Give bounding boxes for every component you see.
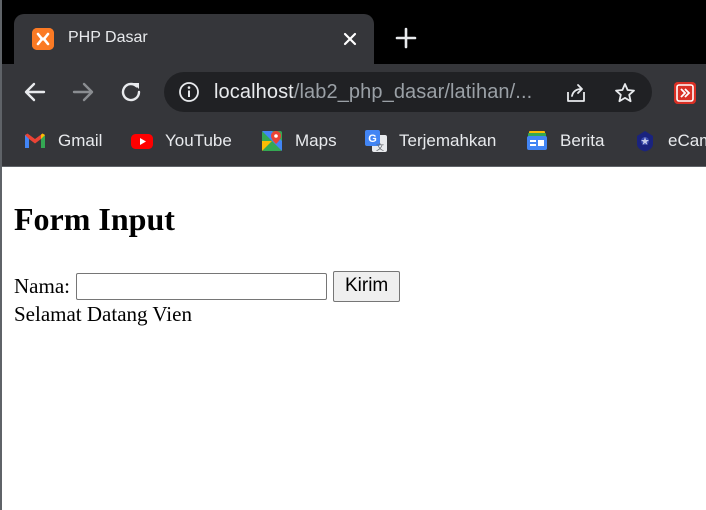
address-bar[interactable]: localhost/lab2_php_dasar/latihan/... — [164, 72, 652, 112]
bookmark-label: YouTube — [165, 131, 232, 150]
url-path: /lab2_php_dasar/latihan/... — [293, 81, 533, 103]
svg-text:文: 文 — [376, 142, 384, 152]
bookmarks-bar: Gmail YouTube Maps G 文 Terjemahkan Berit… — [0, 120, 706, 167]
submit-button[interactable]: Kirim — [332, 270, 401, 302]
url-text: localhost/lab2_php_dasar/latihan/... — [214, 81, 532, 104]
university-icon — [633, 129, 657, 153]
bookmark-maps[interactable]: Maps — [260, 129, 337, 153]
back-arrow-icon[interactable] — [21, 78, 49, 106]
name-form: Nama: Kirim — [14, 270, 401, 302]
site-info-icon[interactable] — [178, 81, 200, 103]
close-tab-icon[interactable] — [339, 28, 361, 50]
page-heading: Form Input — [14, 201, 175, 237]
bookmark-terjemahkan[interactable]: G 文 Terjemahkan — [364, 129, 496, 153]
xampp-favicon-icon — [32, 28, 54, 50]
url-host: localhost — [214, 81, 294, 103]
translate-icon: G 文 — [364, 129, 388, 153]
tab-php-dasar[interactable]: PHP Dasar — [14, 14, 374, 64]
bookmark-gmail[interactable]: Gmail — [23, 129, 102, 153]
bookmark-label: Berita — [560, 131, 605, 150]
youtube-icon — [130, 129, 154, 153]
browser-toolbar: localhost/lab2_php_dasar/latihan/... — [0, 64, 706, 120]
bookmark-label: eCam — [668, 131, 706, 150]
forward-arrow-icon[interactable] — [69, 78, 97, 106]
page-content: Form Input Nama: Kirim Selamat Datang Vi… — [14, 167, 704, 510]
bookmark-label: Maps — [295, 131, 337, 150]
news-icon — [525, 129, 549, 153]
tab-title: PHP Dasar — [68, 29, 148, 46]
maps-icon — [260, 129, 284, 153]
tab-strip: PHP Dasar — [0, 0, 706, 64]
reload-icon[interactable] — [117, 78, 145, 106]
extension-icon[interactable] — [674, 82, 696, 104]
new-tab-plus-icon[interactable] — [392, 24, 420, 52]
window-border — [0, 0, 2, 510]
bookmark-star-icon[interactable] — [613, 81, 637, 105]
bookmark-label: Gmail — [58, 131, 103, 150]
share-icon[interactable] — [564, 81, 588, 105]
bookmark-ecam[interactable]: eCam — [633, 129, 706, 153]
bookmark-berita[interactable]: Berita — [525, 129, 604, 153]
gmail-icon — [23, 129, 47, 153]
bookmark-youtube[interactable]: YouTube — [130, 129, 232, 153]
name-label: Nama: — [14, 273, 70, 298]
greeting-text: Selamat Datang Vien — [14, 302, 192, 326]
bookmark-label: Terjemahkan — [399, 131, 497, 150]
name-input[interactable] — [75, 272, 327, 300]
